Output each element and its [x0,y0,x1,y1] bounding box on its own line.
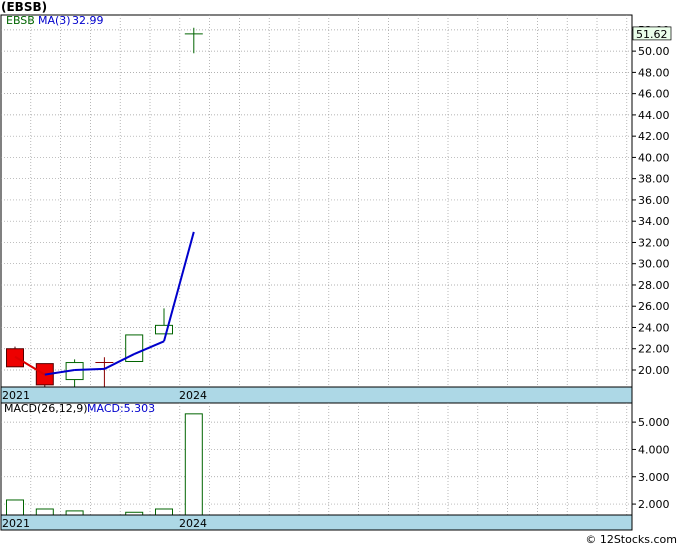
y-tick-label: 3.000 [638,471,670,484]
last-price-badge: 51.62 [632,26,672,41]
y-tick-label: 48.00 [638,66,670,79]
ma-segment [74,367,105,371]
y-tick-label: 50.00 [638,45,670,58]
price-panel: 52.0050.0048.0046.0044.0042.0040.0038.00… [0,14,672,404]
last-price: 51.62 [636,28,668,41]
macd-bar [65,510,84,516]
y-tick-label: 2.000 [638,498,670,511]
y-tick-label: 4.000 [638,443,670,456]
x-tick-label: 2024 [179,517,207,530]
y-tick-label: 20.00 [638,364,670,377]
macd-bar [184,413,203,516]
x-tick-label: 2024 [179,389,207,402]
legend-ma-label: MA(3) [38,14,71,27]
y-tick-label: 5.000 [638,416,670,429]
macd-legend-label: MACD(26,12,9) [4,402,88,415]
chart-title: (EBSB) [1,0,47,14]
macd-y-axis: 5.000 4.000 3.000 2.000 [632,416,670,511]
y-tick-label: 36.00 [638,194,670,207]
y-tick-label: 32.00 [638,236,670,249]
stock-chart: (EBSB) 52.0050.0048.0046.0044.0042.0040.… [0,0,677,546]
macd-bar [155,508,173,516]
y-tick-label: 40.00 [638,151,670,164]
y-tick-label: 38.00 [638,173,670,186]
price-legend: EBSB MA(3) 32.99 [6,14,104,27]
y-tick-label: 22.00 [638,343,670,356]
macd-legend: MACD(26,12,9) MACD:5.303 [4,402,155,415]
x-tick-label: 2021 [2,389,30,402]
y-tick-label: 42.00 [638,130,670,143]
x-tick-label: 2021 [2,517,30,530]
y-tick-label: 34.00 [638,215,670,228]
price-y-axis: 52.0050.0048.0046.0044.0042.0040.0038.00… [632,24,670,377]
y-tick-label: 28.00 [638,279,670,292]
legend-ma-value: 32.99 [72,14,104,27]
candle-body [155,324,173,335]
y-tick-label: 26.00 [638,300,670,313]
macd-legend-value: MACD:5.303 [87,402,155,415]
macd-bar [35,508,54,516]
macd-panel: 5.000 4.000 3.000 2.000 MACD(26,12,9) MACD:… [0,402,670,531]
y-tick-label: 44.00 [638,109,670,122]
legend-symbol: EBSB [6,14,35,27]
macd-bar [6,499,24,516]
y-tick-label: 30.00 [638,258,670,271]
watermark: © 12Stocks.com [585,533,677,546]
y-tick-label: 46.00 [638,88,670,101]
candle [35,363,54,390]
y-tick-label: 24.00 [638,321,670,334]
